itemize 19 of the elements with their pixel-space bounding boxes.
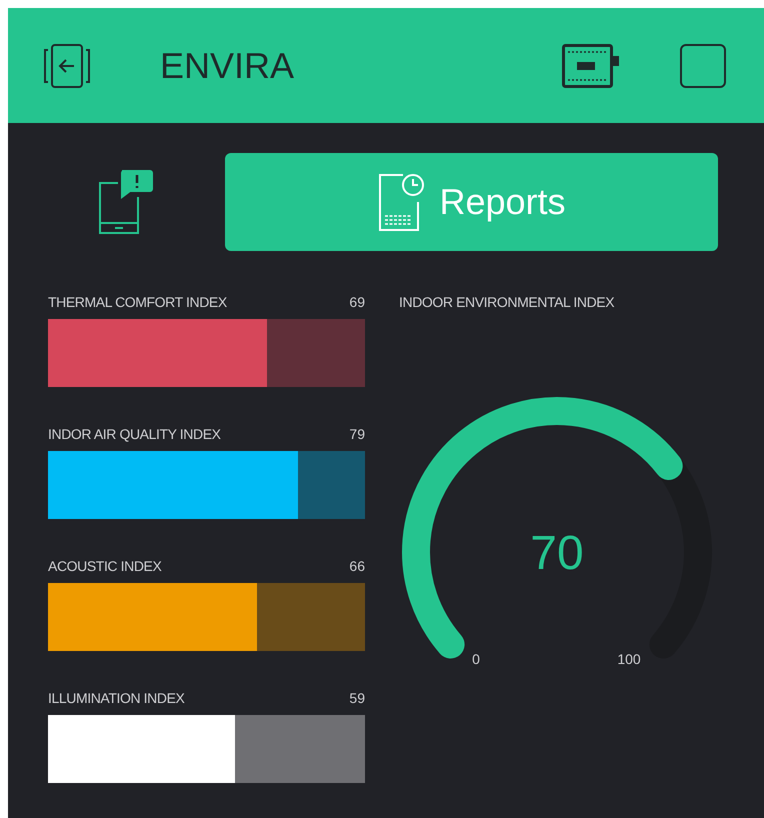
index-value: 66	[349, 556, 365, 576]
index-value: 59	[349, 688, 365, 708]
gauge-max-label: 100	[617, 651, 641, 667]
square-button[interactable]	[680, 44, 726, 88]
circuit-board-icon[interactable]	[562, 44, 620, 88]
gauge-title: INDOOR ENVIRONMENTAL INDEX	[399, 293, 616, 312]
phone-alert-icon[interactable]	[98, 169, 154, 235]
index-value: 79	[349, 424, 365, 444]
gauge-min-label: 0	[472, 651, 480, 667]
gauge-value: 70	[530, 527, 584, 580]
report-clock-icon	[377, 172, 426, 232]
index-value: 69	[349, 292, 365, 312]
index-label: INDOR AIR QUALITY INDEX	[48, 424, 221, 444]
reports-button[interactable]: Reports	[225, 153, 718, 251]
index-label: THERMAL COMFORT INDEX	[48, 292, 227, 312]
exit-icon[interactable]	[42, 44, 92, 88]
app-title: ENVIRA	[160, 48, 294, 84]
index-label: ILLUMINATION INDEX	[48, 688, 184, 708]
index-label: ACOUSTIC INDEX	[48, 556, 162, 576]
